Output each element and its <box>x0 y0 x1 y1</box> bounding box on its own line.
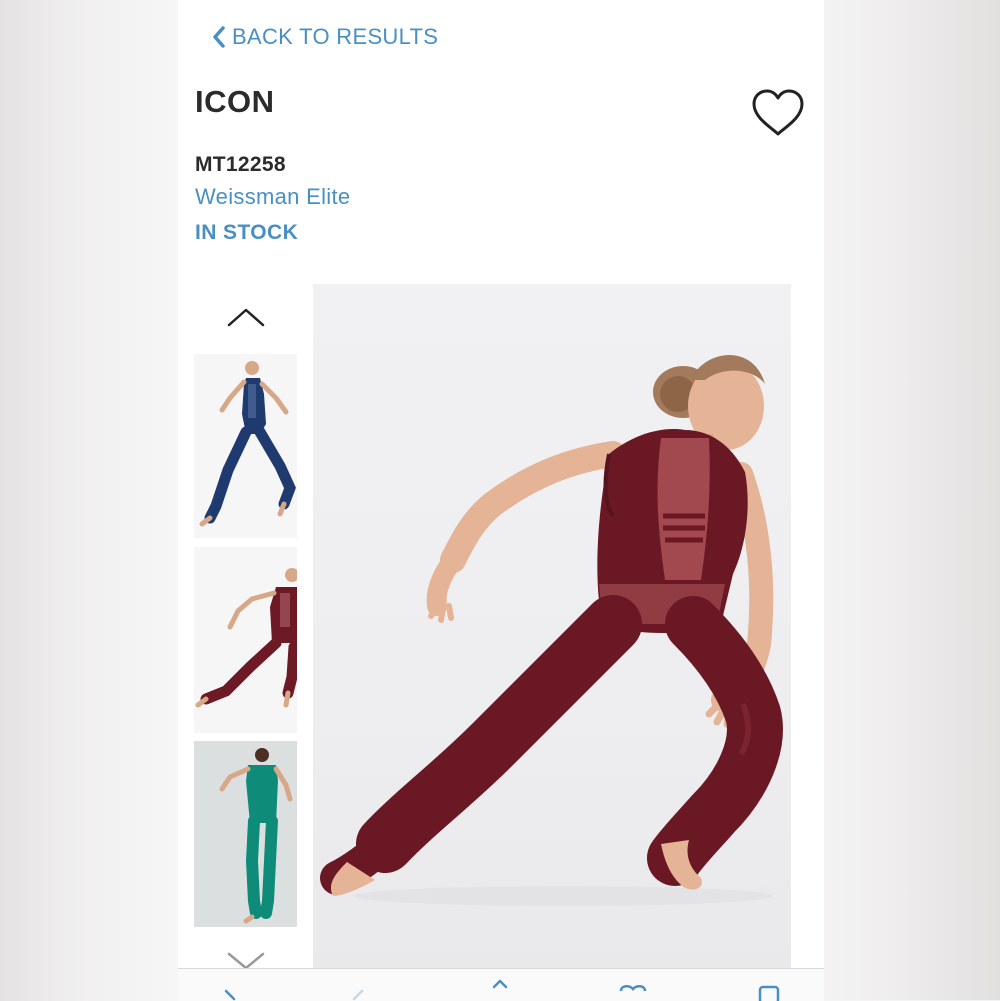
thumbnail-teal[interactable] <box>194 741 297 927</box>
main-product-image[interactable] <box>313 284 791 970</box>
thumbnail-scroll-up-button[interactable] <box>226 304 266 330</box>
thumbnail-navy[interactable] <box>194 354 297 538</box>
share-icon[interactable] <box>488 979 512 1001</box>
thumbnail-burgundy[interactable] <box>194 547 297 733</box>
back-to-results-link[interactable]: BACK TO RESULTS <box>212 22 438 52</box>
dancer-navy-image <box>199 361 296 527</box>
dancer-burgundy-image <box>195 568 297 708</box>
nav-forward-arrow-icon[interactable] <box>348 987 368 1001</box>
tabs-icon[interactable] <box>756 981 782 1001</box>
bottom-navigation-bar <box>178 968 824 1001</box>
stock-status: IN STOCK <box>195 221 299 244</box>
heart-outline-icon <box>752 89 804 136</box>
dancer-main-image <box>320 354 783 906</box>
product-sku: MT12258 <box>195 153 286 176</box>
background-right <box>824 0 1000 1000</box>
dancer-teal-image <box>219 748 293 924</box>
chevron-left-icon <box>213 26 225 48</box>
bookmarks-icon[interactable] <box>618 981 648 1001</box>
favorite-button[interactable] <box>750 88 806 140</box>
chevron-up-icon <box>227 308 265 327</box>
back-to-results-label: BACK TO RESULTS <box>232 24 439 49</box>
product-title: ICON <box>195 84 275 119</box>
product-collection-link[interactable]: Weissman Elite <box>195 184 350 210</box>
nav-back-arrow-icon[interactable] <box>220 987 240 1001</box>
